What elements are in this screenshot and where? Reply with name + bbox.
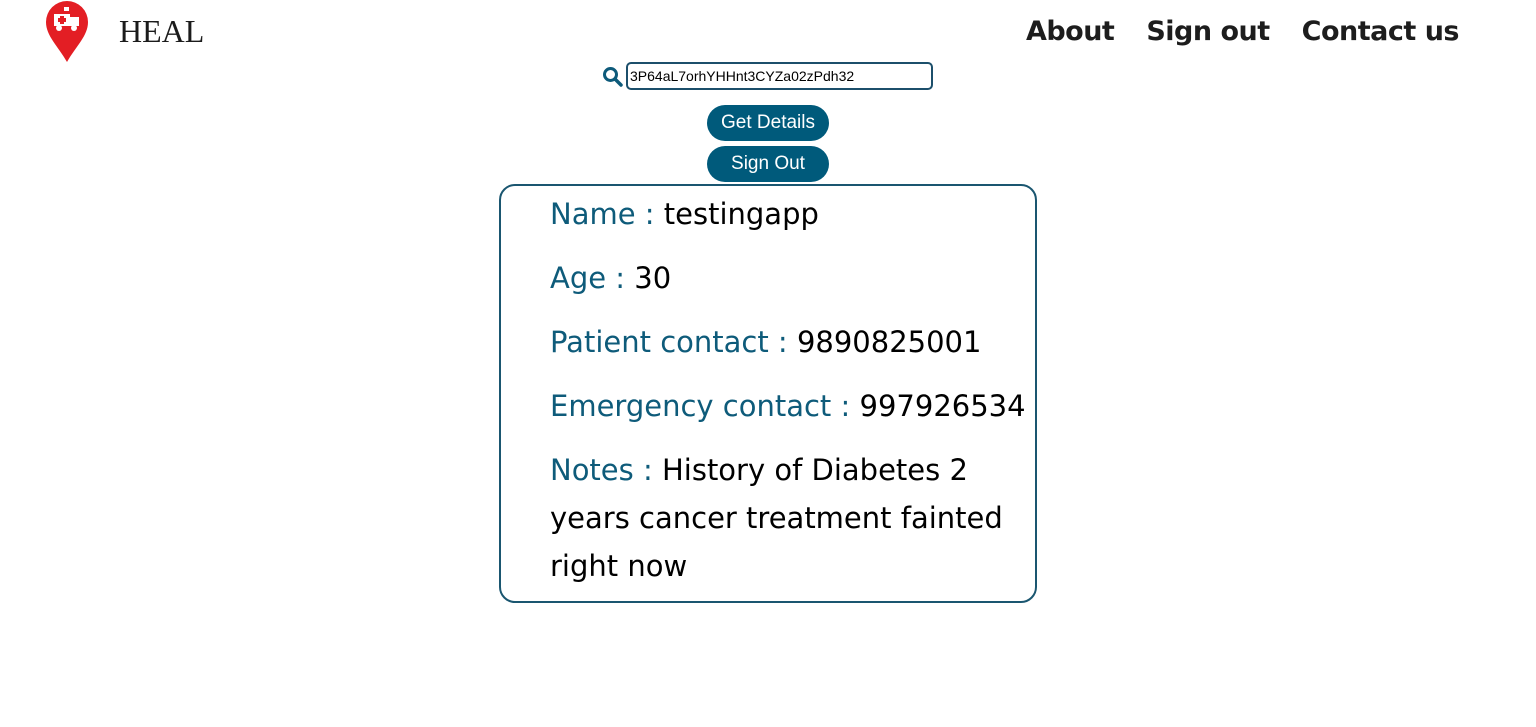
name-label: Name : <box>550 197 664 231</box>
emergency-contact-row: Emergency contact : 997926534 <box>550 382 1026 430</box>
name-value: testingapp <box>663 197 819 231</box>
patient-contact-value: 9890825001 <box>796 325 982 359</box>
nav-about-link[interactable]: About <box>1026 16 1115 47</box>
age-label: Age : <box>550 261 635 295</box>
notes-label: Notes : <box>550 453 662 487</box>
ambulance-pin-icon <box>46 1 88 62</box>
notes-row: Notes : History of Diabetes 2 years canc… <box>550 446 1040 590</box>
patient-contact-label: Patient contact : <box>550 325 797 359</box>
age-row: Age : 30 <box>550 254 671 302</box>
brand-name: HEAL <box>119 13 205 49</box>
patient-id-input[interactable] <box>626 62 933 90</box>
get-details-button[interactable]: Get Details <box>707 105 829 141</box>
nav-contact-link[interactable]: Contact us <box>1302 16 1460 47</box>
nav-sign-out-link[interactable]: Sign out <box>1146 16 1270 47</box>
top-nav: About Sign out Contact us <box>1026 16 1460 47</box>
emergency-contact-label: Emergency contact : <box>550 389 860 423</box>
age-value: 30 <box>634 261 672 295</box>
search-icon <box>603 67 623 87</box>
patient-details-card: Name : testingapp Age : 30 Patient conta… <box>499 184 1037 603</box>
name-row: Name : testingapp <box>550 190 819 238</box>
emergency-contact-value: 997926534 <box>859 389 1026 423</box>
sign-out-button[interactable]: Sign Out <box>707 146 829 182</box>
patient-contact-row: Patient contact : 9890825001 <box>550 318 981 366</box>
